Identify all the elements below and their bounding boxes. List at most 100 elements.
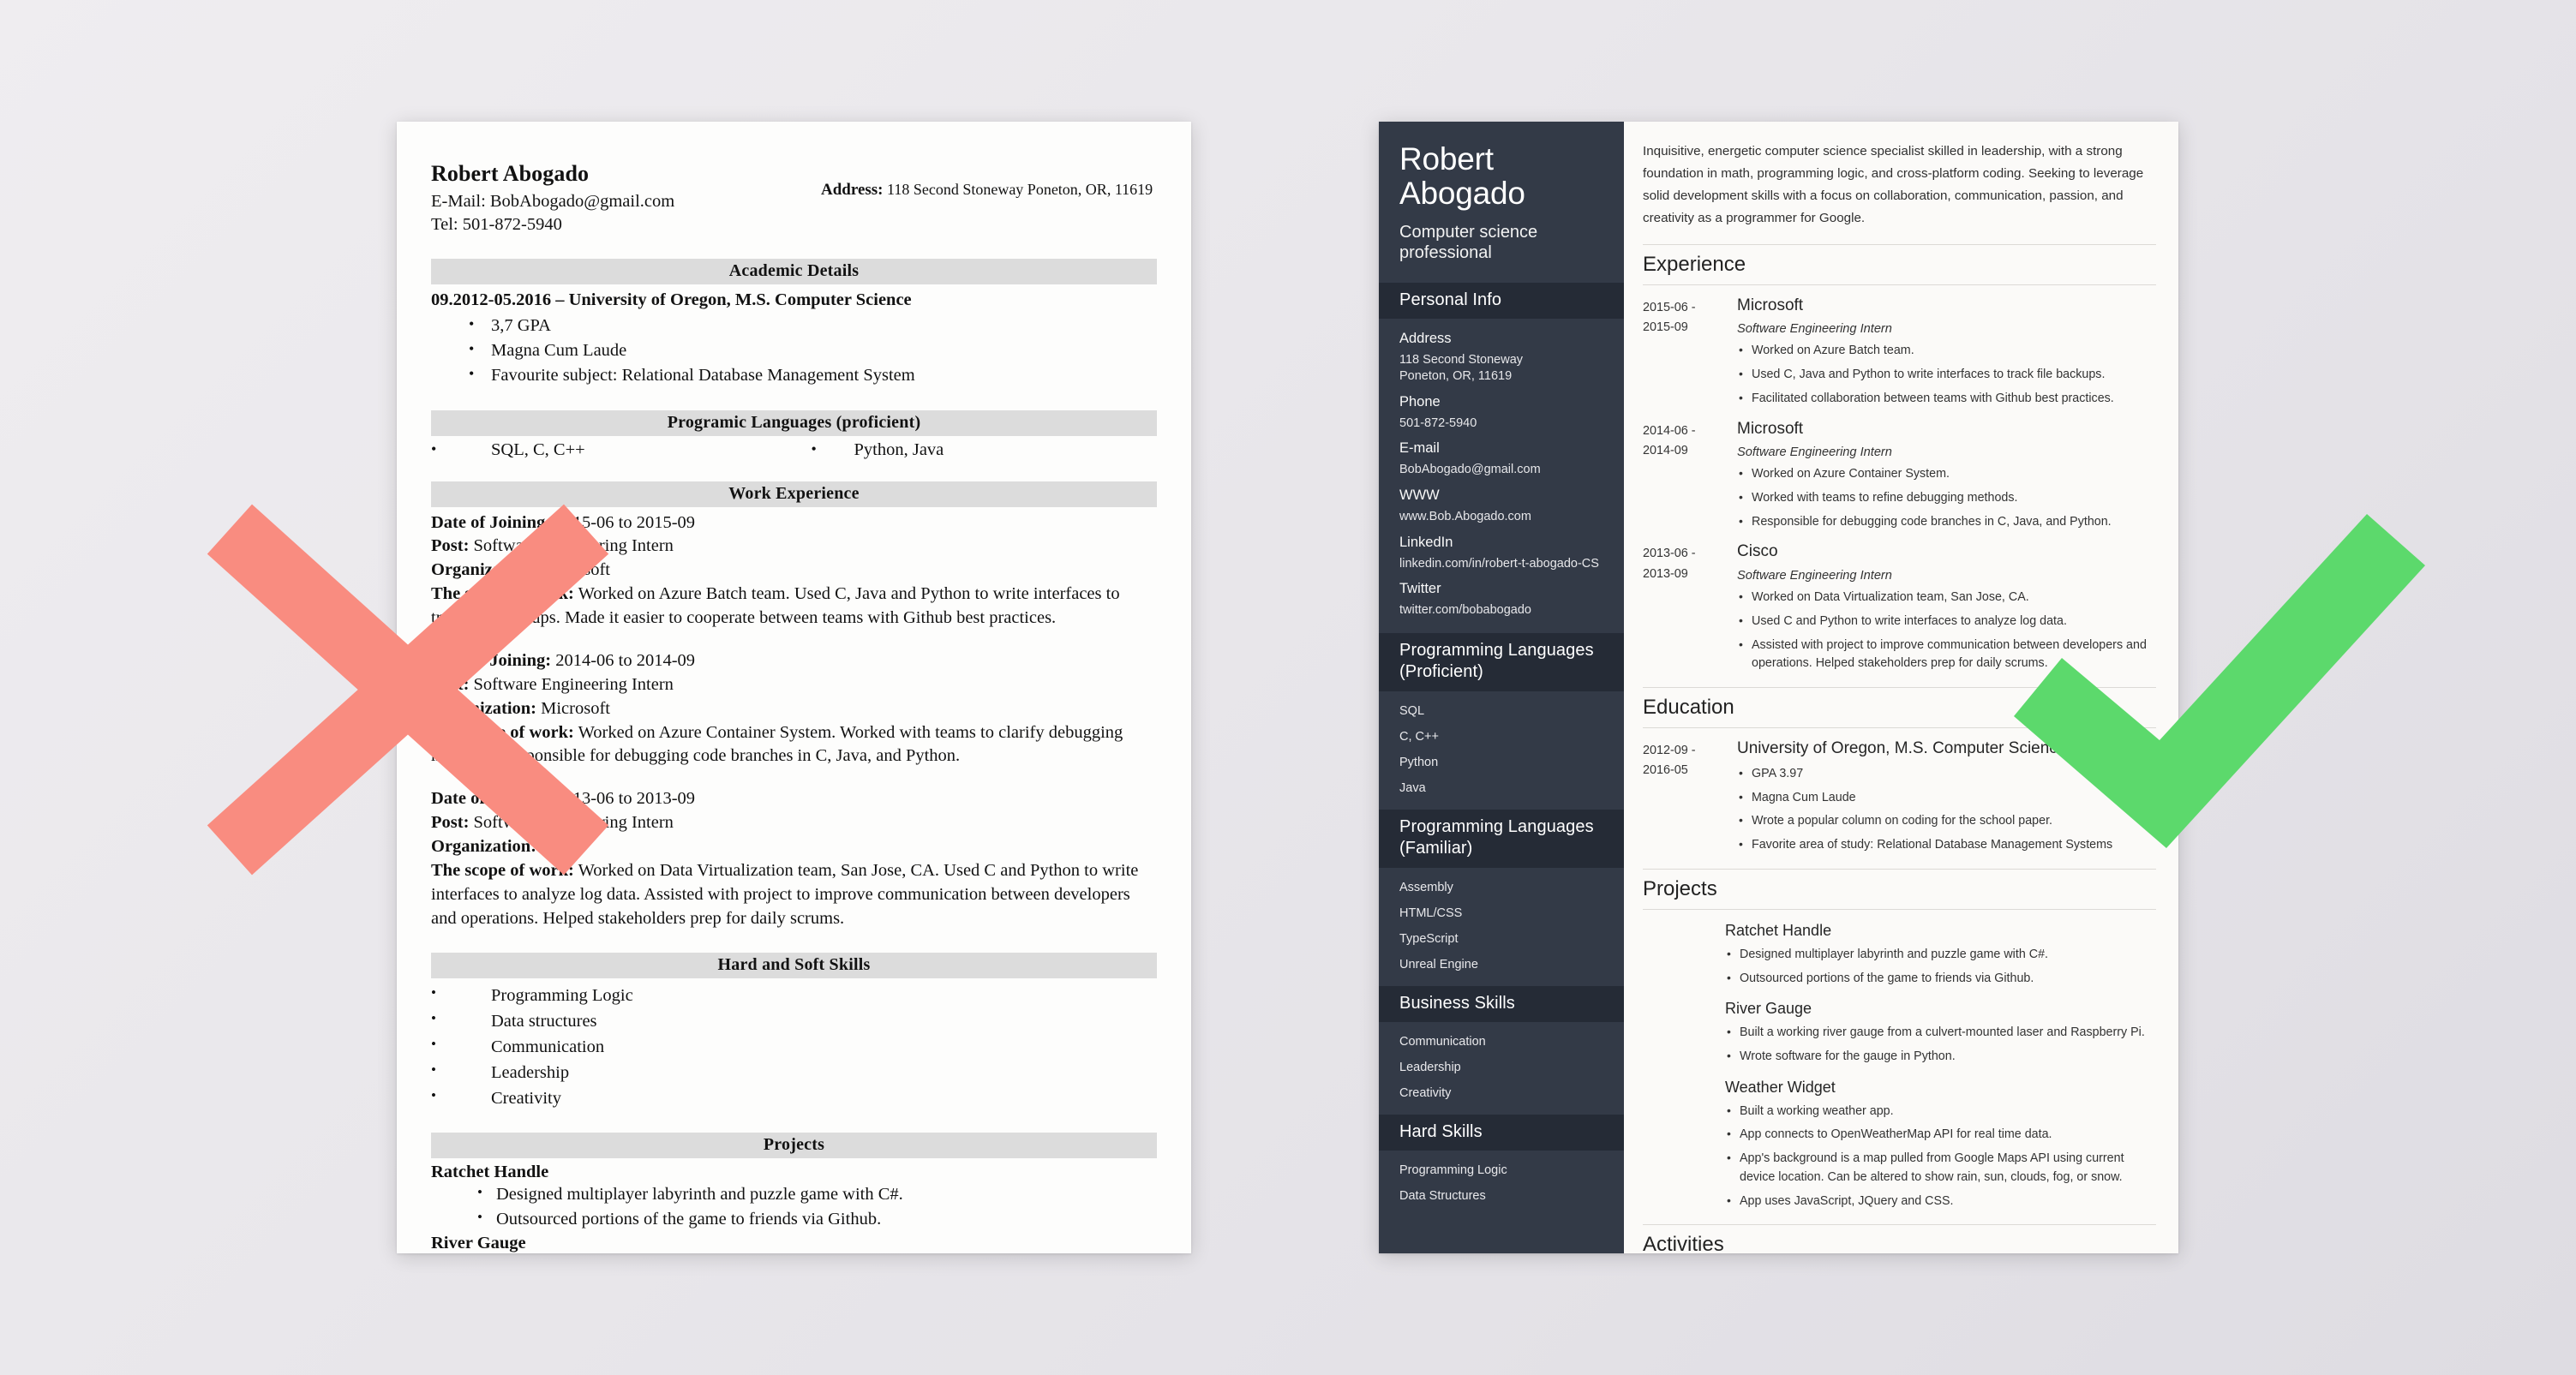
bad-resume-header: Robert Abogado E-Mail: BobAbogado@gmail.… [431, 161, 1157, 237]
good-project: Ratchet Handle Designed multiplayer labyr… [1725, 922, 2156, 988]
list-item: GPA 3.97 [1737, 764, 2156, 784]
bad-section-programic-languages: Programic Languages (proficient) [431, 410, 1157, 436]
good-project-name: Weather Widget [1725, 1078, 1836, 1096]
good-entry-bullets: Worked on Data Virtualization team, San … [1737, 588, 2156, 673]
good-resume-main: Inquisitive, energetic computer science … [1624, 122, 2178, 1253]
good-entry-bullets: GPA 3.97 Magna Cum Laude Wrote a popular c… [1737, 764, 2156, 855]
list-item: Creativity [1399, 1086, 1452, 1100]
bad-languages-left: SQL, C, C++ [431, 440, 794, 460]
bad-work-line: The scope of work: Worked on Azure Batch… [431, 584, 1120, 627]
good-entry-content: Microsoft Software Engineering Intern Work… [1737, 420, 2156, 532]
list-item: Favorite area of study: Relational Datab… [1737, 835, 2156, 855]
good-project-bullets: Designed multiplayer labyrinth and puzzl… [1725, 945, 2156, 988]
comparison-canvas: Robert Abogado E-Mail: BobAbogado@gmail.… [0, 0, 2576, 1375]
list-item: App uses JavaScript, JQuery and CSS. [1725, 1192, 2156, 1211]
bad-work-line: Post: Software Engineering Intern [431, 536, 674, 556]
bad-languages-right: Python, Java [794, 440, 1158, 460]
good-section-projects: Projects [1643, 868, 2156, 910]
list-item: HTML/CSS [1399, 906, 1463, 920]
good-sidebar-identity: Robert Abogado Computer science professi… [1379, 122, 1624, 283]
good-entry-dates: 2015-06 -2015-09 [1643, 300, 1696, 334]
list-item: Favourite subject: Relational Database M… [431, 363, 1157, 388]
good-section-experience: Experience [1643, 243, 2156, 285]
good-sidebar-group-items: Assembly HTML/CSS TypeScript Unreal Engine [1379, 868, 1624, 986]
bad-resume-document: Robert Abogado E-Mail: BobAbogado@gmail.… [397, 122, 1191, 1253]
good-entry-role: Software Engineering Intern [1737, 445, 1892, 460]
list-item: Communication [431, 1034, 1157, 1060]
list-item: C, C++ [1399, 729, 1439, 744]
bad-work-line-label: Organization: [431, 698, 536, 718]
good-entry-row: 2015-06 -2015-09 Microsoft Software Engine… [1643, 296, 2156, 409]
bad-work-line: Date of Joining: 2015-06 to 2015-09 [431, 512, 696, 532]
list-item: Responsible for debugging code branches … [1737, 512, 2156, 532]
bad-work-line-label: The scope of work: [431, 722, 574, 742]
bad-work-line: The scope of work: Worked on Data Virtua… [431, 860, 1139, 928]
list-item: Outsourced portions of the game to frien… [431, 1207, 1157, 1232]
bad-section-work-experience: Work Experience [431, 481, 1157, 507]
bad-work-line: Organization: Microsoft [431, 560, 610, 580]
good-entry-dates: 2013-06 -2013-09 [1643, 547, 1696, 581]
good-experience-list: 2015-06 -2015-09 Microsoft Software Engine… [1643, 296, 2156, 674]
good-candidate-name: Robert Abogado [1399, 141, 1525, 211]
bad-work-line-label: Date of Joining: [431, 512, 552, 532]
good-projects-list: Ratchet Handle Designed multiplayer labyr… [1643, 922, 2156, 1211]
bad-email-line: E-Mail: BobAbogado@gmail.com [431, 192, 675, 211]
good-entry-content: University of Oregon, M.S. Computer Scie… [1737, 739, 2156, 855]
good-entry-bullets: Worked on Azure Batch team. Used C, Java … [1737, 341, 2156, 408]
bad-work-line: Post: Software Engineering Intern [431, 674, 674, 694]
bad-section-hard-soft-skills: Hard and Soft Skills [431, 952, 1157, 978]
good-contact-label: Phone [1399, 393, 1441, 410]
list-item: Wrote software for the gauge in Python. [1725, 1047, 2156, 1067]
bad-candidate-name: Robert Abogado [431, 161, 590, 186]
list-item: Unreal Engine [1399, 958, 1478, 971]
good-entry-org: Microsoft [1737, 419, 1804, 438]
list-item: App connects to OpenWeatherMap API for r… [1725, 1125, 2156, 1145]
good-entry-org: University of Oregon, M.S. Computer Scie… [1737, 739, 2067, 758]
bad-project-name: River Gauge [431, 1234, 526, 1253]
list-item: Python [1399, 755, 1439, 769]
list-item: Built a working river gauge from a culve… [1725, 1023, 2156, 1043]
bad-work-line-label: The scope of work: [431, 860, 574, 880]
list-item: App's background is a map pulled from Go… [1725, 1149, 2156, 1187]
good-contact-value[interactable]: linkedin.com/in/robert-t-abogado-CS [1399, 556, 1603, 573]
list-item: Built a working weather app. [1725, 1102, 2156, 1121]
good-contact-label: Address [1399, 330, 1452, 346]
good-project-name: River Gauge [1725, 1000, 1812, 1018]
good-entry-dates: 2012-09 -2016-05 [1643, 744, 1696, 778]
good-contact-value[interactable]: BobAbogado@gmail.com [1399, 462, 1603, 479]
good-entry-dates: 2014-06 -2014-09 [1643, 423, 1696, 457]
good-entry-role: Software Engineering Intern [1737, 322, 1892, 337]
bad-work-line-label: Post: [431, 536, 470, 556]
good-contact-value[interactable]: 118 Second Stoneway Poneton, OR, 11619 [1399, 352, 1603, 386]
list-item: Used C and Python to write interfaces to… [1737, 612, 2156, 631]
good-contact-value[interactable]: www.Bob.Abogado.com [1399, 509, 1603, 526]
good-contact-value[interactable]: 501-872-5940 [1399, 415, 1603, 433]
bad-work-line-label: The scope of work: [431, 584, 574, 604]
bad-work-list: Date of Joining: 2015-06 to 2015-09 Post:… [431, 511, 1157, 931]
good-entry-bullets: Worked on Azure Container System. Worked … [1737, 464, 2156, 532]
good-entry-role: Software Engineering Intern [1737, 569, 1892, 583]
good-entry-row: 2013-06 -2013-09 Cisco Software Engineerin… [1643, 542, 2156, 673]
bad-project-bullets: Designed multiplayer labyrinth and puzzl… [431, 1182, 1157, 1232]
good-sidebar-groups: Programming Languages (Proficient) SQL C, … [1379, 632, 1624, 1217]
good-contact-value[interactable]: twitter.com/bobabogado [1399, 602, 1603, 619]
good-resume-sidebar: Robert Abogado Computer science professi… [1379, 122, 1624, 1253]
good-contact-label: E-mail [1399, 440, 1440, 457]
list-item: Data Structures [1399, 1189, 1486, 1203]
list-item: Assisted with project to improve communi… [1737, 636, 2156, 673]
bad-address-label: Address: [821, 181, 884, 199]
bad-header-left: Robert Abogado E-Mail: BobAbogado@gmail.… [431, 161, 821, 237]
bad-work-line: Organization: Cisco [431, 837, 581, 856]
bad-work-entry: Date of Joining: 2014-06 to 2014-09 Post:… [431, 649, 1157, 768]
bad-work-line-label: Date of Joining: [431, 650, 552, 670]
bad-section-academic-details: Academic Details [431, 258, 1157, 284]
bad-work-line: Date of Joining: 2014-06 to 2014-09 [431, 650, 696, 670]
bad-work-line: Date of Joining: 2013-06 to 2013-09 [431, 789, 696, 809]
good-section-education: Education [1643, 687, 2156, 729]
good-entry-row: 2014-06 -2014-09 Microsoft Software Engine… [1643, 420, 2156, 532]
good-contact-label: LinkedIn [1399, 534, 1453, 550]
bad-address-value: 118 Second Stoneway Poneton, OR, 11619 [887, 181, 1153, 198]
good-project-bullets: Built a working weather app. App connects… [1725, 1102, 2156, 1211]
good-entry-org: Microsoft [1737, 296, 1804, 314]
list-item: Java [1399, 780, 1426, 795]
